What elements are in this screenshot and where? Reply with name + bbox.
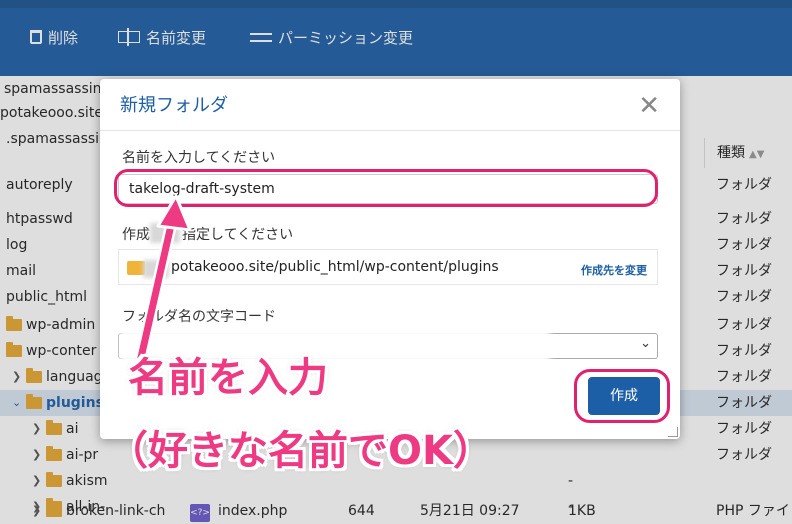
dialog-header: 新規フォルダ ✕ xyxy=(100,79,680,131)
chevron-down-icon: ⌄ xyxy=(640,336,651,351)
blur-mask xyxy=(143,260,169,278)
path-field-label-end: 指定してください xyxy=(182,227,294,243)
annotation-text-primary: 名前を入力 xyxy=(128,355,328,401)
dialog-title: 新規フォルダ xyxy=(120,95,228,116)
create-button[interactable]: 作成 xyxy=(588,377,660,415)
resize-grip-icon[interactable] xyxy=(668,427,678,437)
blur-mask xyxy=(150,223,180,243)
encoding-field-label: フォルダ名の文字コード xyxy=(122,309,276,325)
name-field-label: 名前を入力してください xyxy=(122,150,276,166)
destination-path: potakeooo.site/public_html/wp-content/pl… xyxy=(171,259,499,275)
destination-path-box: potakeooo.site/public_html/wp-content/pl… xyxy=(118,249,658,285)
folder-name-input[interactable] xyxy=(118,174,658,204)
annotation-text-secondary: （好きな名前でOK） xyxy=(108,428,493,474)
close-icon[interactable]: ✕ xyxy=(638,93,660,119)
path-field-label-start: 作成 xyxy=(122,227,150,243)
change-destination-link[interactable]: 作成先を変更 xyxy=(581,262,647,278)
